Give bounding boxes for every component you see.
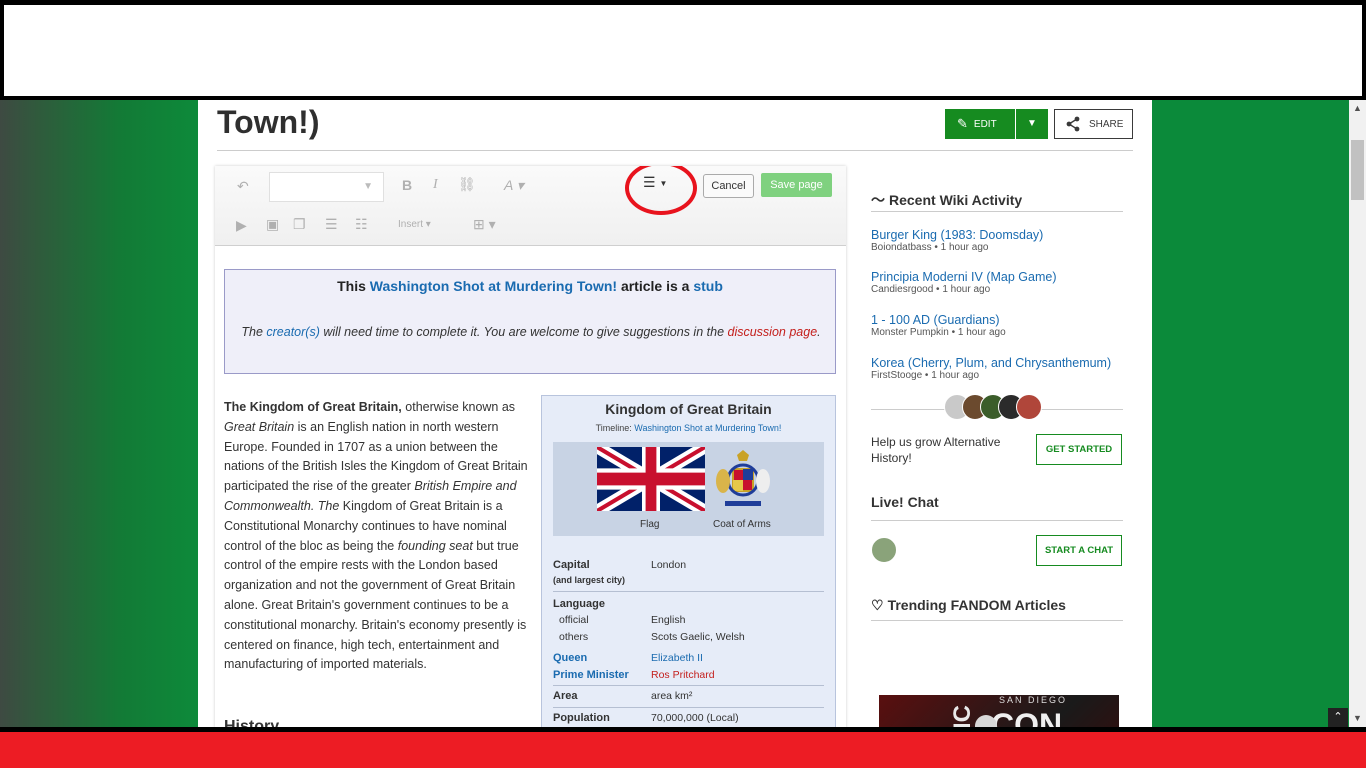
bold-icon[interactable]: B: [402, 177, 412, 193]
start-chat-button[interactable]: START A CHAT: [1036, 535, 1122, 566]
visual-editor: ↶ ▼ B I ⛓ A ▾ ▶ ▣ ❐ ☰ ☷ Insert ▾ ⊞ ▾ ☰ ▼…: [215, 166, 846, 728]
infobox-divider: [553, 685, 824, 686]
activity-item: Principia Moderni IV (Map Game) Candiesr…: [871, 270, 1056, 295]
gallery-icon[interactable]: ❐: [293, 216, 306, 233]
chevron-down-icon: ▼: [1027, 118, 1037, 129]
coat-of-arms-image[interactable]: [711, 447, 775, 511]
italic-icon[interactable]: I: [433, 177, 438, 193]
share-icon: [1066, 116, 1080, 132]
article-paragraph: The Kingdom of Great Britain, otherwise …: [224, 400, 528, 672]
share-button[interactable]: SHARE: [1054, 109, 1133, 139]
bottom-red-overlay: [0, 727, 1366, 768]
numbered-list-icon[interactable]: ☷: [355, 216, 368, 233]
queen-link[interactable]: Queen: [553, 652, 653, 664]
capital-sub: (and largest city): [553, 575, 626, 585]
activity-link[interactable]: Burger King (1983: Doomsday): [871, 228, 1043, 242]
flag-caption: Flag: [640, 519, 660, 530]
activity-link[interactable]: Korea (Cherry, Plum, and Chrysanthemum): [871, 356, 1111, 370]
link-icon[interactable]: ⛓: [458, 176, 476, 193]
activity-link[interactable]: 1 - 100 AD (Guardians): [871, 313, 1006, 327]
scroll-down-arrow-icon[interactable]: ▼: [1349, 710, 1366, 727]
table-icon[interactable]: ⊞ ▾: [473, 216, 496, 233]
infobox-divider: [553, 707, 824, 708]
paragraph-format-select[interactable]: ▼: [269, 172, 384, 202]
video-icon[interactable]: ▶: [236, 217, 247, 234]
bullet-list-icon[interactable]: ☰: [325, 216, 338, 233]
prime-minister-value-link[interactable]: Ros Pritchard: [651, 669, 831, 681]
queen-value-link[interactable]: Elizabeth II: [651, 652, 831, 664]
stub-link[interactable]: stub: [693, 278, 723, 294]
grow-text: Help us grow Alternative History!: [871, 435, 1001, 465]
infobox-timeline-link[interactable]: Washington Shot at Murdering Town!: [634, 423, 781, 433]
page-content: Town!) ✎ EDIT ▼ SHARE ↶ ▼ B I ⛓ A ▾ ▶ ▣ …: [198, 60, 1152, 768]
stub-title: This Washington Shot at Murdering Town! …: [337, 278, 723, 294]
activity-item: Burger King (1983: Doomsday) Boiondatbas…: [871, 228, 1043, 253]
pencil-icon: ✎: [957, 116, 968, 131]
union-flag-image[interactable]: [597, 447, 705, 511]
background-left: [0, 0, 198, 768]
contributor-avatars: [944, 394, 1044, 422]
infobox-divider: [553, 591, 824, 592]
prime-minister-link[interactable]: Prime Minister: [553, 669, 653, 681]
infobox-title: Kingdom of Great Britain: [605, 401, 772, 417]
background-right: [1152, 0, 1366, 768]
activity-pulse-icon: 〜: [871, 192, 885, 208]
chat-user-avatar[interactable]: [871, 537, 897, 563]
vertical-scrollbar[interactable]: ▲ ▼: [1349, 100, 1366, 727]
recent-activity-heading: 〜 Recent Wiki Activity: [871, 192, 1023, 208]
activity-item: Korea (Cherry, Plum, and Chrysanthemum) …: [871, 356, 1111, 381]
text-style-icon[interactable]: A ▾: [504, 177, 524, 194]
edit-button[interactable]: ✎ EDIT: [945, 109, 1015, 139]
save-page-button[interactable]: Save page: [761, 173, 832, 197]
infobox-timeline: Timeline: Washington Shot at Murdering T…: [595, 423, 782, 433]
stub-notice: This Washington Shot at Murdering Town! …: [224, 269, 836, 374]
avatar[interactable]: [1016, 394, 1042, 420]
edit-dropdown-button[interactable]: ▼: [1016, 109, 1048, 139]
stub-text: The creator(s) will need time to complet…: [241, 325, 821, 339]
cancel-button[interactable]: Cancel: [703, 174, 754, 198]
activity-meta: Monster Pumpkin • 1 hour ago: [871, 327, 1006, 338]
insert-menu[interactable]: Insert ▾: [398, 219, 431, 230]
page-title: Town!): [217, 104, 320, 140]
rail-divider: [871, 520, 1123, 521]
activity-meta: FirstStooge • 1 hour ago: [871, 370, 980, 381]
coat-caption: Coat of Arms: [713, 519, 771, 530]
discussion-page-link[interactable]: discussion page: [728, 325, 818, 339]
trending-heading: ♡ Trending FANDOM Articles: [871, 597, 1066, 613]
scrollbar-thumb[interactable]: [1351, 140, 1364, 200]
activity-meta: Boiondatbass • 1 hour ago: [871, 242, 989, 253]
editor-toolbar: ↶ ▼ B I ⛓ A ▾ ▶ ▣ ❐ ☰ ☷ Insert ▾ ⊞ ▾ ☰ ▼…: [215, 166, 846, 246]
double-chevron-up-icon: ⌃: [1333, 711, 1343, 723]
title-divider: [217, 150, 1133, 151]
activity-item: 1 - 100 AD (Guardians) Monster Pumpkin •…: [871, 313, 1006, 338]
undo-icon[interactable]: ↶: [237, 178, 249, 195]
activity-link[interactable]: Principia Moderni IV (Map Game): [871, 270, 1056, 284]
rail-divider: [871, 620, 1123, 621]
back-to-top-button[interactable]: ⌃: [1328, 708, 1348, 727]
timeline-link[interactable]: Washington Shot at Murdering Town!: [370, 278, 617, 294]
fandom-heart-icon: ♡: [871, 597, 884, 613]
get-started-button[interactable]: GET STARTED: [1036, 434, 1122, 465]
activity-meta: Candiesrgood • 1 hour ago: [871, 284, 991, 295]
capital-value: London: [651, 559, 687, 571]
scroll-up-arrow-icon[interactable]: ▲: [1349, 100, 1366, 117]
image-icon[interactable]: ▣: [266, 216, 279, 233]
creators-link[interactable]: creator(s): [266, 325, 319, 339]
infobox-images: Flag Coat of Arms: [553, 442, 824, 536]
live-chat-heading: Live! Chat: [871, 494, 939, 510]
infobox: Kingdom of Great Britain Timeline: Washi…: [541, 395, 836, 728]
top-white-overlay: [0, 0, 1366, 100]
annotation-circle: [625, 166, 697, 215]
rail-divider: [871, 211, 1123, 212]
